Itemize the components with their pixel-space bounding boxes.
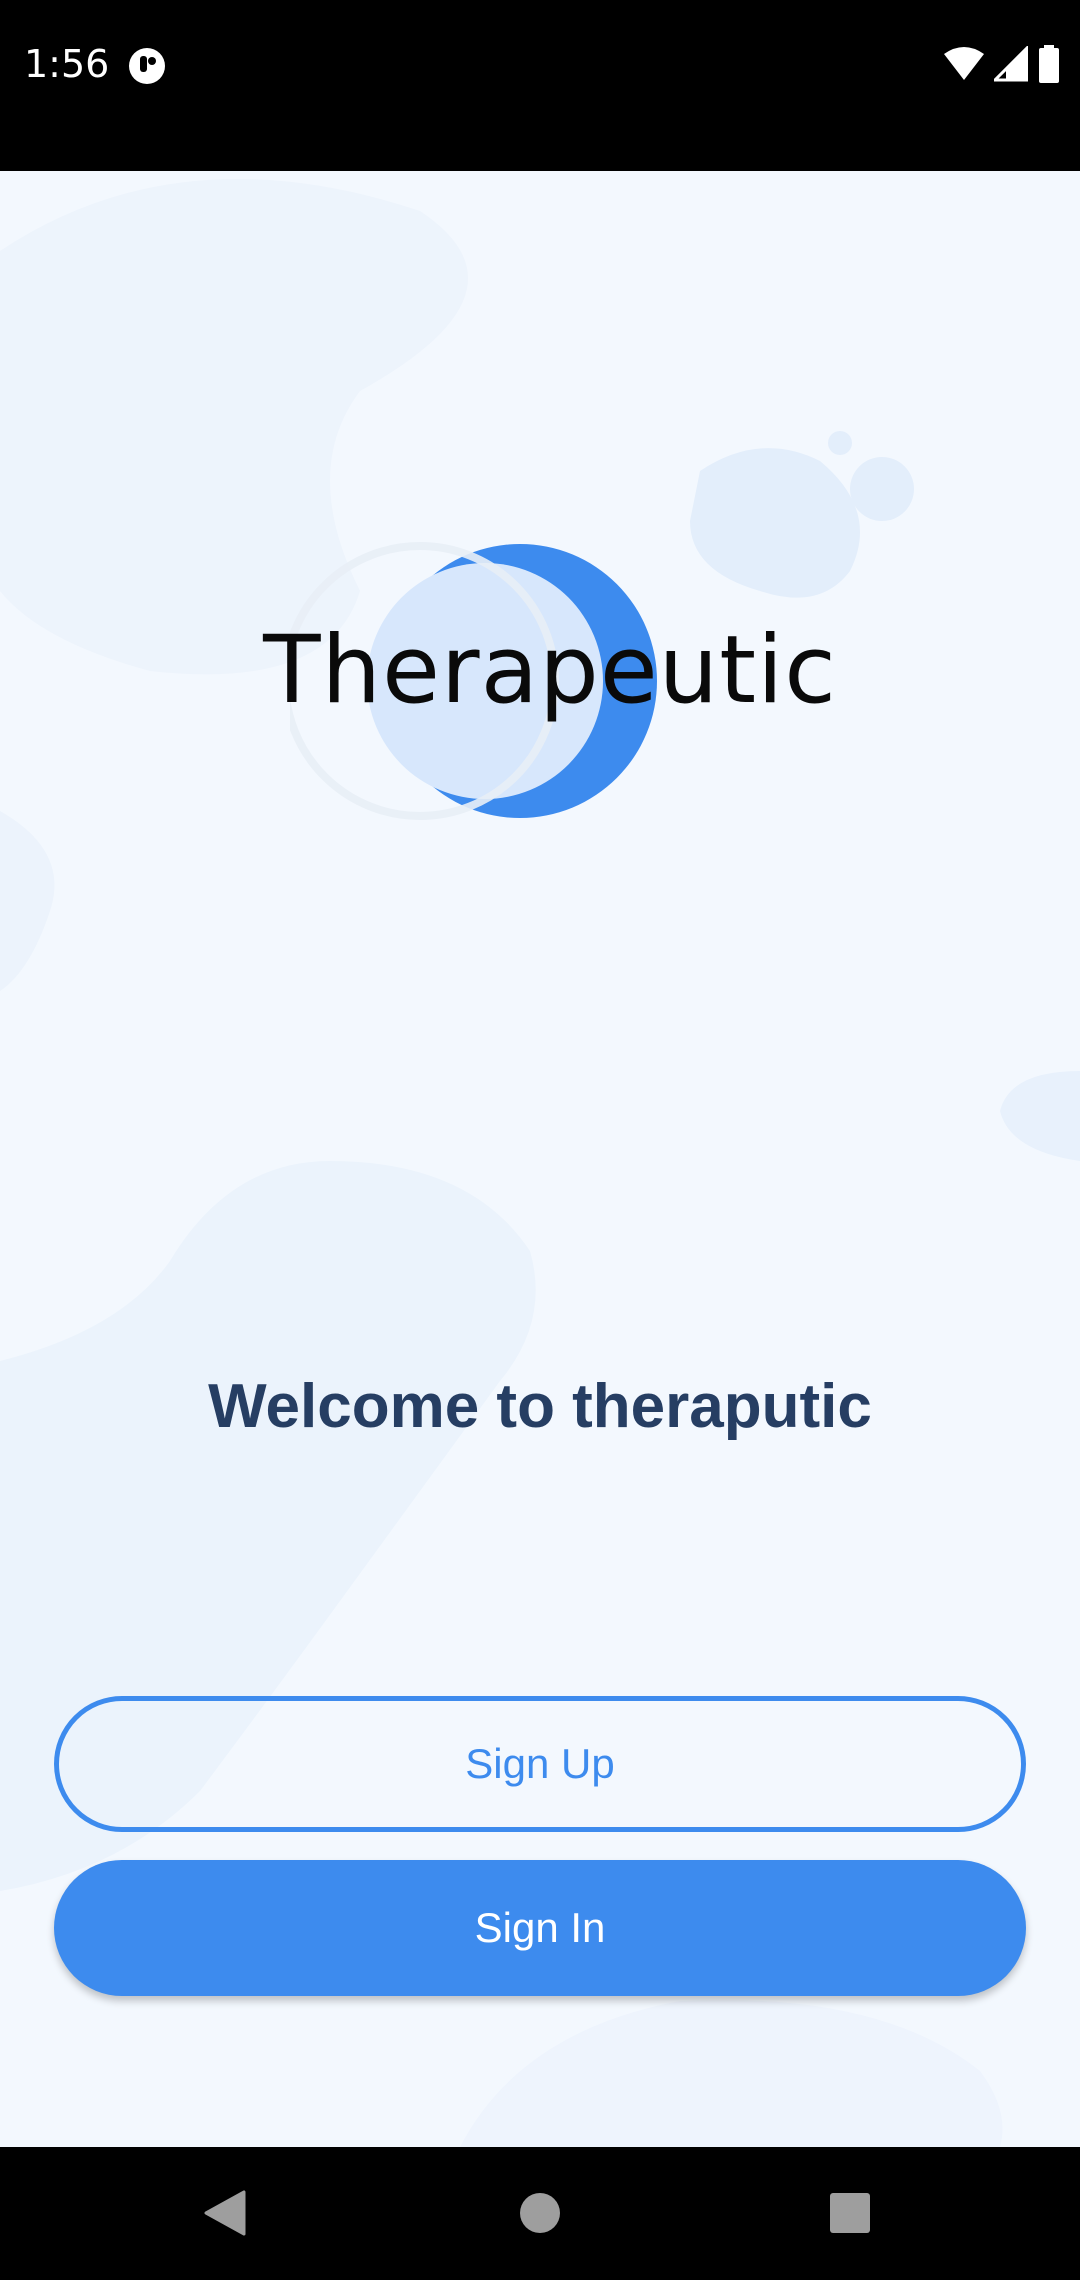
notification-app-icon (127, 46, 167, 86)
background-decoration (0, 179, 1080, 2147)
wifi-icon (944, 46, 984, 87)
status-time: 1:56 (24, 42, 110, 86)
welcome-screen: Therapeutic Welcome to theraputic Sign U… (0, 171, 1080, 2147)
system-nav-bar (0, 2147, 1080, 2280)
screen: 1:56 Therapeutic Welcome to theraputic S… (0, 0, 1080, 2280)
status-right-icons (944, 43, 1060, 88)
sign-up-label: Sign Up (465, 1740, 615, 1787)
home-icon[interactable] (508, 2181, 572, 2245)
app-logo-text: Therapeutic (263, 616, 837, 725)
recents-icon[interactable] (818, 2181, 882, 2245)
sign-in-button[interactable]: Sign In (54, 1860, 1026, 1996)
battery-icon (1038, 44, 1060, 88)
welcome-heading: Welcome to theraputic (208, 1372, 872, 1441)
sign-up-button[interactable]: Sign Up (54, 1696, 1026, 1832)
cell-signal-icon (991, 43, 1029, 87)
status-bar: 1:56 (0, 0, 1080, 171)
sign-in-label: Sign In (474, 1904, 606, 1951)
back-icon[interactable] (192, 2181, 256, 2245)
